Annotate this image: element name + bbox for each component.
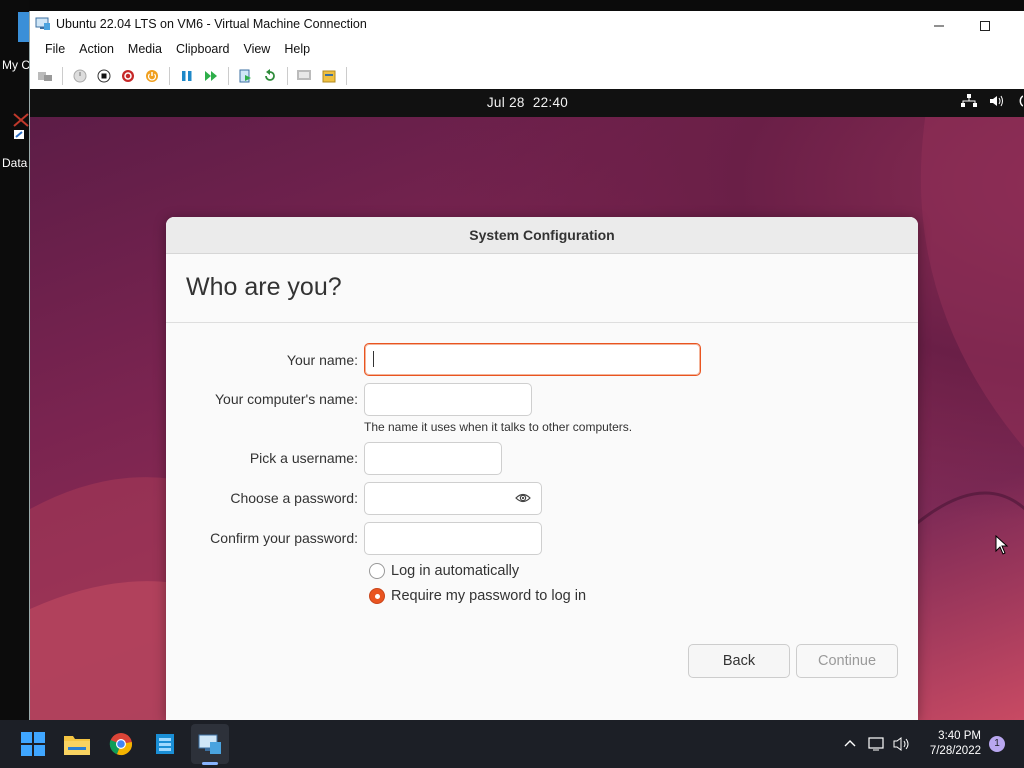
show-password-icon[interactable] (515, 491, 531, 505)
windows-taskbar: 3:40 PM 7/28/2022 1 (0, 720, 1024, 768)
text-caret (373, 351, 374, 367)
enhanced-session-icon[interactable] (296, 67, 314, 85)
desktop-icon-label: My C (2, 58, 29, 72)
dialog-title: System Configuration (166, 217, 918, 254)
resume-icon[interactable] (202, 67, 220, 85)
page-heading: Who are you? (186, 273, 342, 301)
vm-window-title: Ubuntu 22.04 LTS on VM6 - Virtual Machin… (56, 17, 367, 31)
notification-badge[interactable]: 1 (989, 736, 1005, 752)
login-auto-radio[interactable] (369, 563, 385, 579)
volume-icon[interactable] (893, 736, 911, 757)
menu-help[interactable]: Help (277, 39, 317, 61)
vm-toolbar (30, 63, 1024, 89)
computer-name-input[interactable] (364, 383, 532, 416)
shortcut-icon[interactable] (12, 112, 29, 140)
azure-data-studio-icon[interactable] (151, 730, 179, 758)
network-icon[interactable] (961, 94, 977, 113)
toolbar-separator (346, 67, 347, 85)
volume-icon[interactable] (989, 94, 1005, 113)
back-button[interactable]: Back (688, 644, 790, 678)
windows-desktop: My C Data (0, 0, 29, 720)
toolbar-separator (228, 67, 229, 85)
vm-connect-icon (35, 17, 51, 31)
your-name-label: Your name: (286, 352, 358, 368)
power-menu-icon[interactable] (1017, 94, 1024, 113)
vm-titlebar: Ubuntu 22.04 LTS on VM6 - Virtual Machin… (30, 11, 1024, 39)
ubuntu-guest-screen[interactable]: Jul 28 22:40 System Configuration Who ar… (30, 89, 1024, 720)
toolbar-separator (62, 67, 63, 85)
vm-connection-window: Ubuntu 22.04 LTS on VM6 - Virtual Machin… (29, 11, 1024, 720)
checkpoint-icon[interactable] (237, 67, 255, 85)
menu-action[interactable]: Action (72, 39, 121, 61)
start-icon[interactable] (71, 67, 89, 85)
top-bar-date: Jul 28 (486, 95, 525, 110)
password-label: Choose a password: (230, 490, 358, 506)
minimize-button[interactable] (919, 14, 959, 38)
file-explorer-icon[interactable] (63, 730, 91, 758)
shut-down-icon[interactable] (119, 67, 137, 85)
divider (166, 322, 918, 323)
top-bar-time: 22:40 (532, 95, 569, 110)
menu-file[interactable]: File (38, 39, 72, 61)
chrome-icon[interactable] (107, 730, 135, 758)
taskbar-time: 3:40 PM (938, 730, 981, 742)
ctrl-alt-del-icon[interactable] (36, 67, 54, 85)
taskbar-clock[interactable]: 3:40 PM 7/28/2022 (930, 729, 981, 759)
mouse-pointer-icon (995, 534, 1009, 560)
login-auto-option[interactable]: Log in automatically (369, 563, 519, 579)
confirm-password-label: Confirm your password: (210, 530, 358, 546)
vm-menubar: File Action Media Clipboard View Help (30, 39, 1024, 61)
username-input[interactable] (364, 442, 502, 475)
menu-media[interactable]: Media (121, 39, 169, 61)
power-icon[interactable] (143, 67, 161, 85)
continue-button[interactable]: Continue (796, 644, 898, 678)
hyper-v-icon[interactable] (196, 730, 224, 758)
computer-name-hint: The name it uses when it talks to other … (364, 420, 633, 434)
confirm-password-input[interactable] (364, 522, 542, 555)
username-label: Pick a username: (249, 450, 358, 466)
toolbar-separator (287, 67, 288, 85)
network-icon[interactable] (868, 736, 886, 757)
require-password-radio[interactable] (369, 588, 385, 604)
toolbar-separator (169, 67, 170, 85)
menu-clipboard[interactable]: Clipboard (169, 39, 237, 61)
ubuntu-top-bar: Jul 28 22:40 (30, 89, 1024, 117)
your-name-input[interactable] (364, 343, 701, 376)
computer-icon[interactable] (18, 12, 29, 42)
show-hidden-icons-icon[interactable] (843, 736, 857, 755)
menu-view[interactable]: View (236, 39, 277, 61)
top-bar-clock[interactable]: Jul 28 22:40 (30, 95, 1024, 110)
windows-start-icon[interactable] (19, 730, 47, 758)
turn-off-icon[interactable] (95, 67, 113, 85)
maximize-button[interactable] (965, 14, 1005, 38)
login-auto-label: Log in automatically (391, 563, 520, 579)
share-icon[interactable] (320, 67, 338, 85)
desktop-icon-label: Data (2, 156, 28, 170)
require-password-label: Require my password to log in (391, 588, 587, 604)
require-password-option[interactable]: Require my password to log in (369, 588, 586, 604)
system-configuration-dialog: System Configuration Who are you? Your n… (166, 217, 918, 720)
computer-name-label: Your computer's name: (214, 391, 358, 407)
revert-icon[interactable] (261, 67, 279, 85)
taskbar-date: 7/28/2022 (929, 745, 981, 757)
pause-icon[interactable] (178, 67, 196, 85)
system-tray[interactable] (961, 94, 1024, 113)
active-app-indicator (202, 762, 218, 765)
